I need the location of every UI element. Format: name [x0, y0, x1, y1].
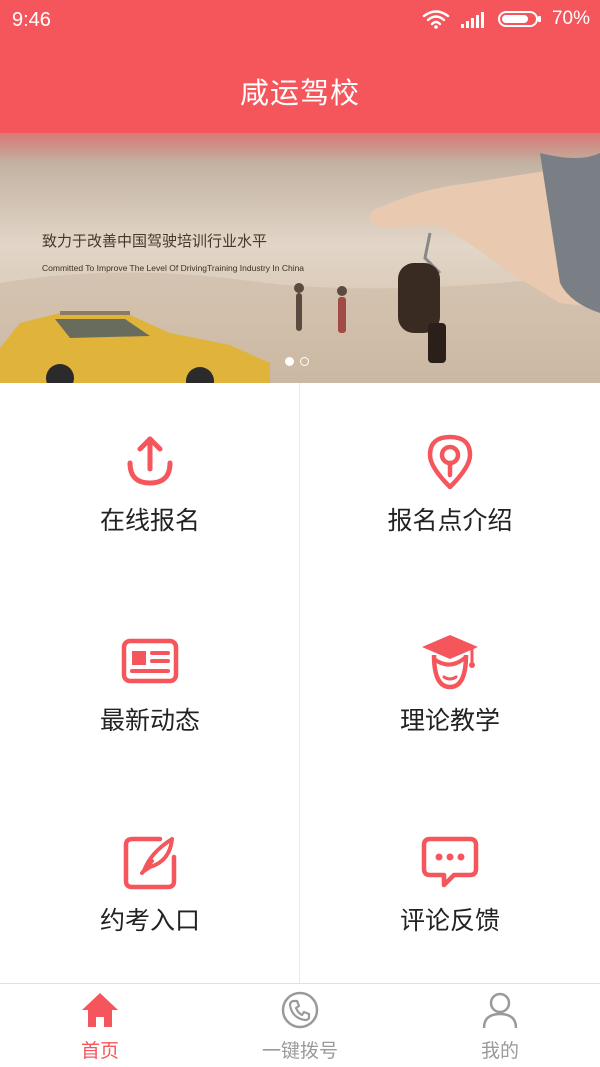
carousel-dot-active — [285, 357, 294, 366]
battery-percent: 70% — [551, 8, 590, 29]
page-title: 咸运驾校 — [239, 76, 360, 110]
graduate-icon — [420, 631, 480, 691]
grid-item-feedback[interactable]: 评论反馈 — [300, 783, 600, 983]
status-icons: 70% — [422, 8, 590, 30]
status-bar: 9:46 70% — [0, 0, 600, 42]
grid-item-signup-locations[interactable]: 报名点介绍 — [300, 383, 600, 583]
carousel-dot — [300, 357, 309, 366]
chat-icon — [420, 831, 480, 891]
bottom-nav: 首页 一键拨号 我的 — [0, 983, 600, 1067]
grid-item-latest-news[interactable]: 最新动态 — [0, 583, 300, 783]
grid-item-label: 约考入口 — [99, 906, 200, 935]
grid-item-theory-teaching[interactable]: 理论教学 — [300, 583, 600, 783]
nav-tab-label: 一键拨号 — [261, 1040, 338, 1062]
nav-tab-label: 我的 — [480, 1040, 519, 1062]
news-icon — [120, 631, 180, 691]
home-icon — [80, 990, 120, 1030]
nav-tab-label: 首页 — [80, 1040, 119, 1062]
grid-item-online-signup[interactable]: 在线报名 — [0, 383, 300, 583]
user-icon — [480, 990, 520, 1030]
carousel-indicator — [285, 357, 309, 366]
edit-icon — [120, 831, 180, 891]
location-pin-icon — [420, 431, 480, 491]
grid-item-exam-booking[interactable]: 约考入口 — [0, 783, 300, 983]
status-time: 9:46 — [12, 9, 51, 31]
grid-item-label: 最新动态 — [99, 706, 200, 735]
signal-icon — [460, 9, 488, 29]
grid-item-label: 理论教学 — [399, 706, 500, 735]
grid-item-label: 在线报名 — [99, 506, 200, 535]
battery-icon — [497, 9, 542, 29]
grid-item-label: 报名点介绍 — [387, 506, 513, 535]
upload-icon — [120, 431, 180, 491]
wifi-icon — [422, 9, 450, 29]
nav-tab-mine[interactable]: 我的 — [400, 984, 600, 1067]
feature-grid: 在线报名 报名点介绍 最新动态 理论教学 约考入口 评论反馈 — [0, 383, 600, 983]
banner-image — [0, 133, 600, 383]
banner-headline-en: Committed To Improve The Level Of Drivin… — [42, 263, 305, 273]
nav-tab-dial[interactable]: 一键拨号 — [200, 984, 400, 1067]
phone-icon — [280, 990, 320, 1030]
nav-tab-home[interactable]: 首页 — [0, 984, 200, 1067]
grid-item-label: 评论反馈 — [399, 906, 500, 935]
banner-carousel[interactable]: 致力于改善中国驾驶培训行业水平 Committed To Improve The… — [0, 133, 600, 383]
app-header: 9:46 70% 咸运驾校 — [0, 0, 600, 133]
banner-headline-cn: 致力于改善中国驾驶培训行业水平 — [42, 232, 268, 250]
